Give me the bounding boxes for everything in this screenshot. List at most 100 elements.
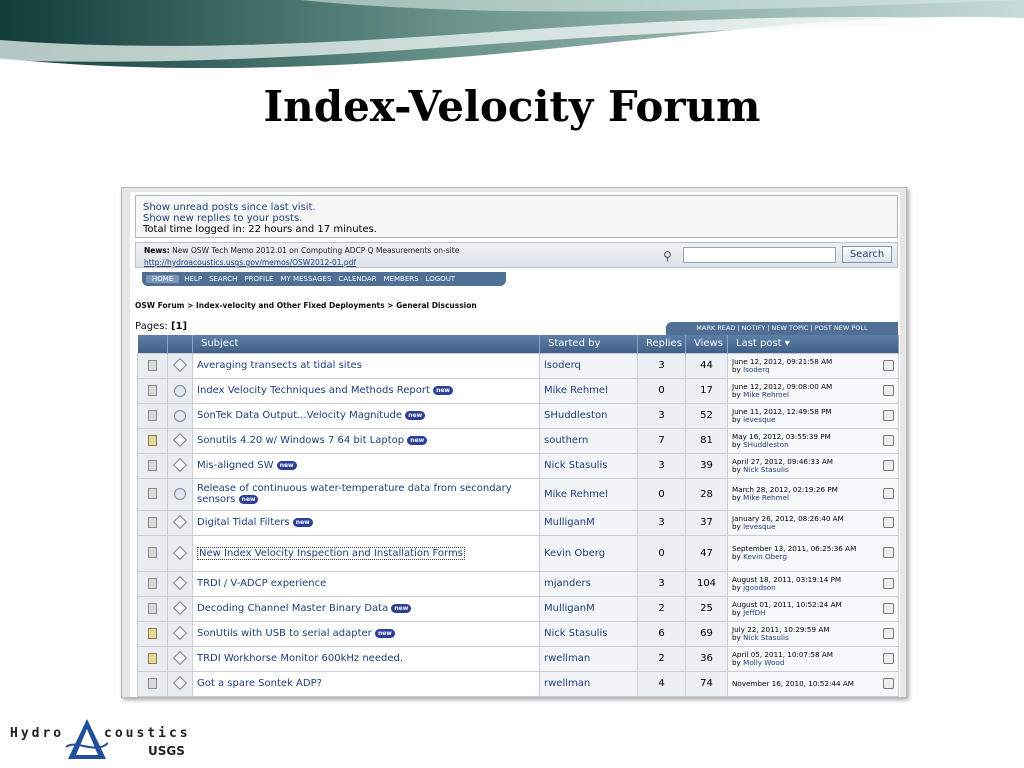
last-post-author[interactable]: jgoodson bbox=[743, 583, 776, 592]
last-post-author[interactable]: levesque bbox=[743, 522, 775, 531]
goto-last-post-icon[interactable] bbox=[883, 677, 894, 689]
topic-starter-link[interactable]: Nick Stasulis bbox=[544, 460, 607, 471]
last-post-cell: March 28, 2012, 02:19:26 PM by Mike Rehme… bbox=[727, 477, 899, 511]
topic-starter-link[interactable]: southern bbox=[544, 435, 588, 446]
topic-starter-link[interactable]: Nick Stasulis bbox=[544, 628, 607, 639]
topic-starter-link[interactable]: Mike Rehmel bbox=[544, 385, 608, 396]
menu-help[interactable]: HELP bbox=[182, 275, 204, 283]
topic-views: 44 bbox=[685, 352, 728, 379]
last-post-by-prefix: by bbox=[732, 493, 741, 502]
locked-topic-icon bbox=[148, 434, 157, 446]
goto-last-post-icon[interactable] bbox=[883, 359, 894, 371]
table-row[interactable]: Averaging transects at tidal sites lsode… bbox=[137, 352, 899, 379]
goto-last-post-icon[interactable] bbox=[883, 409, 894, 421]
topic-views: 69 bbox=[685, 620, 728, 647]
goto-last-post-icon[interactable] bbox=[883, 434, 894, 446]
topic-subject-cell: Sonutils 4.20 w/ Windows 7 64 bit Laptop… bbox=[192, 427, 540, 454]
topic-actions-bar[interactable]: MARK READ | NOTIFY | NEW TOPIC | POST NE… bbox=[666, 322, 898, 335]
topic-icon-cell bbox=[137, 509, 168, 536]
last-post-author[interactable]: Nick Stasulis bbox=[743, 465, 789, 474]
topic-starter-cell: southern bbox=[539, 427, 638, 454]
topic-icon bbox=[148, 409, 157, 421]
last-post-author[interactable]: Mike Rehmel bbox=[743, 493, 789, 502]
table-row[interactable]: TRDI Workhorse Monitor 600kHz needed. rw… bbox=[137, 645, 899, 672]
goto-last-post-icon[interactable] bbox=[883, 652, 894, 664]
topic-starter-link[interactable]: MulliganM bbox=[544, 517, 595, 528]
topic-subject-link[interactable]: TRDI Workhorse Monitor 600kHz needed. bbox=[197, 653, 403, 664]
last-post-author[interactable]: Kevin Oberg bbox=[743, 552, 787, 561]
menu-members[interactable]: MEMBERS bbox=[382, 275, 421, 283]
topic-subject-link[interactable]: Decoding Channel Master Binary Data bbox=[197, 603, 388, 614]
col-replies[interactable]: Replies bbox=[637, 335, 686, 353]
table-row[interactable]: Digital Tidal Filters new MulliganM 3 37… bbox=[137, 509, 899, 536]
goto-last-post-icon[interactable] bbox=[883, 602, 894, 614]
topic-starter-link[interactable]: Kevin Oberg bbox=[544, 548, 605, 559]
table-row[interactable]: Decoding Channel Master Binary Data new … bbox=[137, 595, 899, 622]
table-row[interactable]: New Index Velocity Inspection and Instal… bbox=[137, 534, 899, 572]
topic-subject-link[interactable]: New Index Velocity Inspection and Instal… bbox=[197, 546, 465, 560]
goto-last-post-icon[interactable] bbox=[883, 488, 894, 499]
topic-starter-link[interactable]: MulliganM bbox=[544, 603, 595, 614]
topic-starter-link[interactable]: Mike Rehmel bbox=[544, 489, 608, 500]
menu-calendar[interactable]: CALENDAR bbox=[336, 275, 378, 283]
table-row[interactable]: TRDI / V-ADCP experience mjanders 3 104 … bbox=[137, 570, 899, 597]
menu-search[interactable]: SEARCH bbox=[207, 275, 239, 283]
current-page[interactable]: [1] bbox=[171, 321, 187, 332]
goto-last-post-icon[interactable] bbox=[883, 516, 894, 528]
col-icon bbox=[137, 335, 168, 353]
table-row[interactable]: Release of continuous water-temperature … bbox=[137, 477, 899, 511]
goto-last-post-icon[interactable] bbox=[883, 459, 894, 471]
menu-my-messages[interactable]: MY MESSAGES bbox=[278, 275, 333, 283]
last-post-author[interactable]: SHuddleston bbox=[743, 440, 789, 449]
breadcrumb[interactable]: OSW Forum > Index-velocity and Other Fix… bbox=[135, 301, 477, 310]
goto-last-post-icon[interactable] bbox=[883, 384, 894, 396]
search-button[interactable]: Search bbox=[842, 246, 892, 263]
col-subject[interactable]: Subject bbox=[192, 335, 540, 353]
last-post-author[interactable]: JeffDH bbox=[743, 608, 765, 617]
topic-subject-link[interactable]: SonUtils with USB to serial adapter bbox=[197, 628, 372, 639]
topic-starter-link[interactable]: mjanders bbox=[544, 578, 591, 589]
main-menu: HOME HELP SEARCH PROFILE MY MESSAGES CAL… bbox=[142, 272, 506, 286]
news-link[interactable]: http://hydroacoustics.usgs.gov/memos/OSW… bbox=[144, 258, 356, 267]
topic-starter-link[interactable]: lsoderq bbox=[544, 360, 581, 371]
new-replies-link[interactable]: Show new replies to your posts. bbox=[143, 213, 897, 224]
table-row[interactable]: SonUtils with USB to serial adapter new … bbox=[137, 620, 899, 647]
last-post-author[interactable]: Nick Stasulis bbox=[743, 633, 789, 642]
last-post-author[interactable]: lsoderq bbox=[743, 365, 770, 374]
col-last-post[interactable]: Last post ▾ bbox=[727, 335, 899, 353]
last-post-author[interactable]: levesque bbox=[743, 415, 775, 424]
sticky-status-icon bbox=[174, 488, 186, 500]
goto-last-post-icon[interactable] bbox=[883, 627, 894, 639]
topic-subject-link[interactable]: TRDI / V-ADCP experience bbox=[197, 578, 326, 589]
topic-replies: 0 bbox=[637, 534, 686, 572]
menu-logout[interactable]: LOGOUT bbox=[424, 275, 458, 283]
goto-last-post-icon[interactable] bbox=[883, 547, 894, 558]
topic-subject-link[interactable]: Got a spare Sontek ADP? bbox=[197, 678, 322, 689]
goto-last-post-icon[interactable] bbox=[883, 577, 894, 589]
topic-starter-link[interactable]: SHuddleston bbox=[544, 410, 607, 421]
last-post-author[interactable]: Molly Wood bbox=[743, 658, 784, 667]
topic-replies: 2 bbox=[637, 645, 686, 672]
topic-subject-link[interactable]: Mis-aligned SW bbox=[197, 460, 274, 471]
table-row[interactable]: Index Velocity Techniques and Methods Re… bbox=[137, 377, 899, 404]
topic-subject-link[interactable]: SonTek Data Output...Velocity Magnitude bbox=[197, 410, 402, 421]
last-post-author[interactable]: Mike Rehmel bbox=[743, 390, 789, 399]
col-started-by[interactable]: Started by bbox=[539, 335, 638, 353]
topic-starter-link[interactable]: rwellman bbox=[544, 653, 590, 664]
table-row[interactable]: Mis-aligned SW new Nick Stasulis 3 39 Ap… bbox=[137, 452, 899, 479]
topic-subject-link[interactable]: Digital Tidal Filters bbox=[197, 517, 290, 528]
col-views[interactable]: Views bbox=[685, 335, 728, 353]
table-row[interactable]: Got a spare Sontek ADP? rwellman 4 74 No… bbox=[137, 670, 899, 697]
topic-subject-link[interactable]: Index Velocity Techniques and Methods Re… bbox=[197, 385, 430, 396]
unread-posts-link[interactable]: Show unread posts since last visit. bbox=[143, 202, 897, 213]
topic-icon bbox=[148, 547, 157, 559]
topic-starter-link[interactable]: rwellman bbox=[544, 678, 590, 689]
menu-profile[interactable]: PROFILE bbox=[242, 275, 275, 283]
topic-subject-link[interactable]: Averaging transects at tidal sites bbox=[197, 360, 362, 371]
search-input[interactable] bbox=[683, 247, 836, 263]
menu-home[interactable]: HOME bbox=[146, 275, 180, 283]
table-row[interactable]: SonTek Data Output...Velocity Magnitude … bbox=[137, 402, 899, 429]
new-badge: new bbox=[405, 410, 426, 420]
table-row[interactable]: Sonutils 4.20 w/ Windows 7 64 bit Laptop… bbox=[137, 427, 899, 454]
topic-subject-link[interactable]: Sonutils 4.20 w/ Windows 7 64 bit Laptop bbox=[197, 435, 404, 446]
